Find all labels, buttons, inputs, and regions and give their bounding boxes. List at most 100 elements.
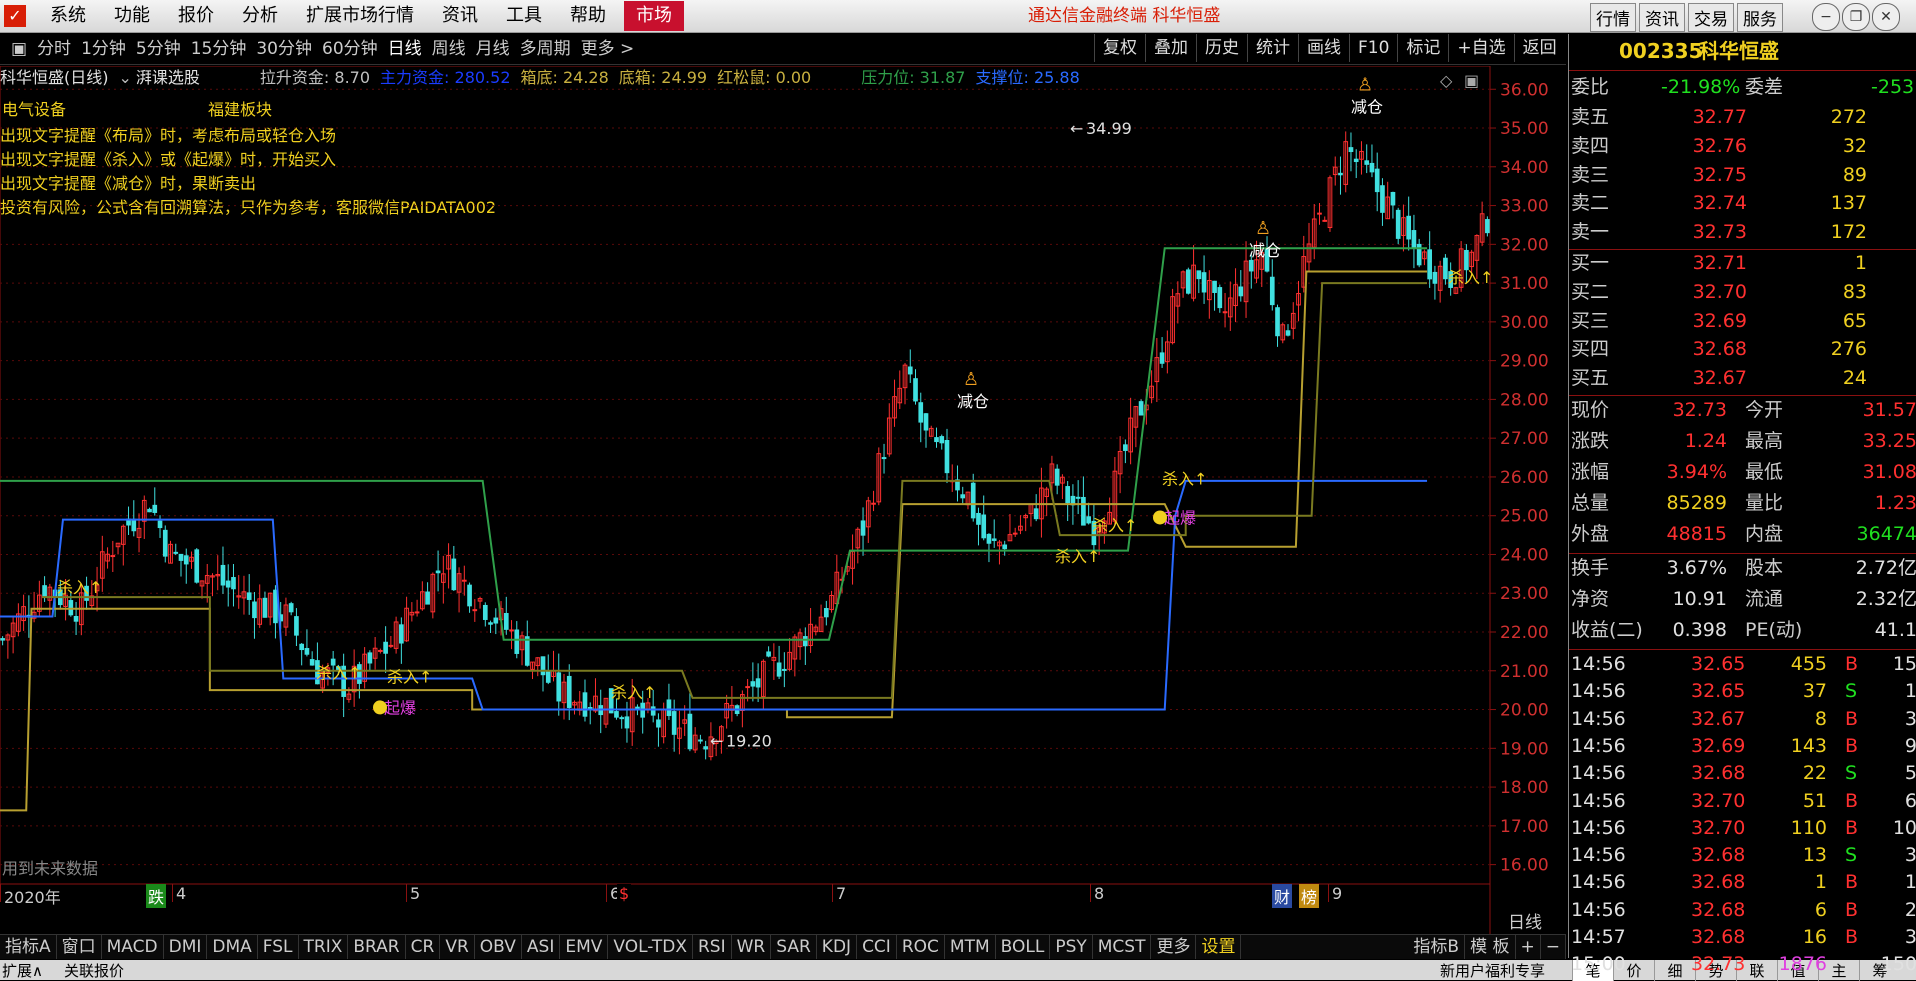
period-weekly[interactable]: 周线: [427, 34, 471, 64]
indicator-tab[interactable]: CR: [406, 935, 441, 959]
tool-back[interactable]: 返回: [1513, 34, 1565, 62]
indicator-tab[interactable]: CCI: [857, 935, 897, 959]
period-daily[interactable]: 日线: [383, 34, 427, 64]
tick-row[interactable]: 14:57 32.68 16 B 3: [1569, 924, 1916, 951]
indicator-tab[interactable]: BRAR: [348, 935, 406, 959]
tick-row[interactable]: 14:56 32.68 22 S 5: [1569, 760, 1916, 787]
indicator-tab[interactable]: TRIX: [299, 935, 349, 959]
tick-row[interactable]: 14:56 32.70 51 B 6: [1569, 788, 1916, 815]
menu-function[interactable]: 功能: [100, 0, 164, 32]
tab-service[interactable]: 服务: [1737, 3, 1783, 32]
event-marker[interactable]: 财: [1272, 884, 1293, 908]
period-5min[interactable]: 5分钟: [131, 34, 186, 64]
indicator-tab[interactable]: ROC: [897, 935, 945, 959]
ask-row[interactable]: 卖一 32.73 172: [1569, 219, 1916, 246]
period-1min[interactable]: 1分钟: [76, 34, 131, 64]
indicator-tab[interactable]: −: [1541, 935, 1566, 959]
stat-row[interactable]: 净资 10.91 流通 2.32亿: [1569, 586, 1916, 613]
stat-row[interactable]: 涨跌 1.24 最高 33.25: [1569, 428, 1916, 455]
indicator-tab[interactable]: WR: [732, 935, 772, 959]
indicator-tab[interactable]: MTM: [945, 935, 996, 959]
tick-row[interactable]: 15:00 32.73 1876 150: [1569, 951, 1916, 978]
menu-help[interactable]: 帮助: [556, 0, 620, 32]
ask-row[interactable]: 卖五 32.77 272: [1569, 104, 1916, 131]
indicator-tab[interactable]: 指标B: [1408, 935, 1466, 959]
bid-row[interactable]: 买五 32.67 24: [1569, 365, 1916, 392]
stat-row[interactable]: 换手 3.67% 股本 2.72亿: [1569, 555, 1916, 582]
period-intraday[interactable]: 分时: [32, 34, 76, 64]
ask-row[interactable]: 卖四 32.76 32: [1569, 133, 1916, 160]
period-60min[interactable]: 60分钟: [317, 34, 383, 64]
stat-row[interactable]: 涨幅 3.94% 最低 31.08: [1569, 459, 1916, 486]
stat-row[interactable]: 总量 85289 量比 1.23: [1569, 490, 1916, 517]
indicator-tab[interactable]: 更多: [1151, 935, 1197, 959]
tab-news[interactable]: 资讯: [1639, 3, 1685, 32]
tool-draw[interactable]: 画线: [1298, 34, 1349, 62]
tick-row[interactable]: 14:56 32.65 37 S 1: [1569, 678, 1916, 705]
tick-row[interactable]: 14:56 32.69 143 B 9: [1569, 733, 1916, 760]
tool-overlay[interactable]: 叠加: [1145, 34, 1196, 62]
menu-news[interactable]: 资讯: [428, 0, 492, 32]
period-30min[interactable]: 30分钟: [251, 34, 317, 64]
tool-f10[interactable]: F10: [1349, 34, 1397, 62]
menu-tools[interactable]: 工具: [492, 0, 556, 32]
menu-system[interactable]: 系统: [36, 0, 100, 32]
panel-toggle-icon[interactable]: ▣: [6, 34, 32, 64]
indicator-tab[interactable]: DMA: [207, 935, 258, 959]
tick-row[interactable]: 14:56 32.68 13 S 3: [1569, 842, 1916, 869]
period-multi[interactable]: 多周期: [515, 34, 576, 64]
tab-trade[interactable]: 交易: [1688, 3, 1734, 32]
indicator-tab[interactable]: MCST: [1093, 935, 1152, 959]
bid-row[interactable]: 买一 32.71 1: [1569, 250, 1916, 277]
event-marker[interactable]: 跌: [146, 884, 167, 908]
kline-chart[interactable]: 36.00 35.00 34.00 33.00 32.00 31.00 30.00 29.00…: [0, 66, 1566, 934]
restore-icon[interactable]: ❐: [1842, 3, 1870, 31]
indicator-tab[interactable]: MACD: [102, 935, 164, 959]
market-tab[interactable]: 市场: [624, 1, 684, 31]
indicator-tab[interactable]: 模 板: [1465, 935, 1516, 959]
stat-row[interactable]: 收益(二) 0.398 PE(动) 41.1: [1569, 617, 1916, 644]
bid-row[interactable]: 买二 32.70 83: [1569, 279, 1916, 306]
indicator-tab[interactable]: RSI: [693, 935, 732, 959]
menu-analysis[interactable]: 分析: [228, 0, 292, 32]
tick-row[interactable]: 14:56 32.70 110 B 10: [1569, 815, 1916, 842]
app-logo-icon[interactable]: ✓: [4, 5, 26, 27]
indicator-tab[interactable]: PSY: [1050, 935, 1093, 959]
tick-row[interactable]: 14:56 32.68 6 B 2: [1569, 897, 1916, 924]
indicator-tab[interactable]: 窗口: [57, 935, 102, 959]
tool-stats[interactable]: 统计: [1247, 34, 1298, 62]
bid-row[interactable]: 买三 32.69 65: [1569, 308, 1916, 335]
stat-row[interactable]: 外盘 48815 内盘 36474: [1569, 521, 1916, 548]
indicator-tab[interactable]: KDJ: [817, 935, 858, 959]
tick-row[interactable]: 14:56 32.67 8 B 3: [1569, 706, 1916, 733]
event-marker[interactable]: 榜: [1299, 884, 1320, 908]
indicator-tab[interactable]: ASI: [522, 935, 561, 959]
bid-row[interactable]: 买四 32.68 276: [1569, 336, 1916, 363]
stat-row[interactable]: 现价 32.73 今开 31.57: [1569, 397, 1916, 424]
event-marker[interactable]: $: [617, 884, 632, 903]
tool-adjust[interactable]: 复权: [1094, 34, 1145, 62]
menu-quote[interactable]: 报价: [164, 0, 228, 32]
related-quote-button[interactable]: 关联报价: [64, 960, 124, 981]
ask-row[interactable]: 卖三 32.75 89: [1569, 162, 1916, 189]
indicator-tab[interactable]: VR: [440, 935, 475, 959]
indicator-tab[interactable]: FSL: [258, 935, 299, 959]
indicator-tab[interactable]: SAR: [771, 935, 817, 959]
indicator-tab[interactable]: BOLL: [996, 935, 1051, 959]
indicator-tab[interactable]: 指标A: [0, 935, 57, 959]
period-more[interactable]: 更多 >: [576, 34, 640, 64]
indicator-tab[interactable]: EMV: [560, 935, 609, 959]
indicator-tab[interactable]: OBV: [475, 935, 522, 959]
tool-history[interactable]: 历史: [1196, 34, 1247, 62]
period-15min[interactable]: 15分钟: [186, 34, 252, 64]
tab-quote[interactable]: 行情: [1590, 3, 1636, 32]
indicator-tab[interactable]: DMI: [164, 935, 208, 959]
tool-mark[interactable]: 标记: [1397, 34, 1448, 62]
ask-row[interactable]: 卖二 32.74 137: [1569, 190, 1916, 217]
menu-ext-market[interactable]: 扩展市场行情: [292, 0, 428, 32]
expand-button[interactable]: 扩展∧: [2, 960, 43, 981]
new-user-promo[interactable]: 新用户福利专享: [1440, 960, 1545, 981]
close-icon[interactable]: ✕: [1872, 3, 1900, 31]
indicator-tab[interactable]: 设置: [1196, 935, 1242, 959]
indicator-tab[interactable]: +: [1516, 935, 1541, 959]
